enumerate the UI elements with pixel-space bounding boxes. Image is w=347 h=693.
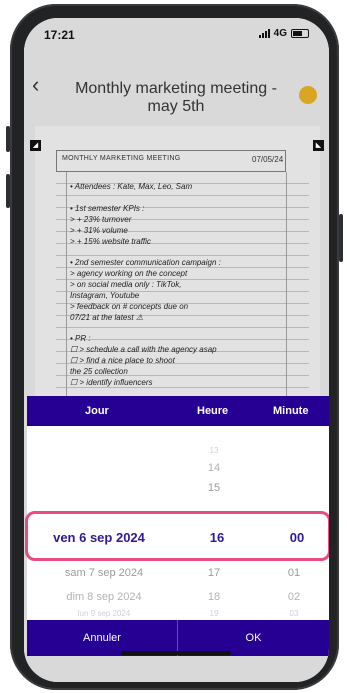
note-line: > + 23% turnover	[70, 215, 132, 224]
home-indicator[interactable]	[121, 651, 231, 655]
power-button	[339, 214, 343, 262]
signal-icon	[258, 29, 270, 38]
picker-header: Jour Heure Minute	[27, 396, 329, 426]
status-bar: 17:21 4G	[24, 18, 329, 50]
minute-option[interactable]: 02	[288, 591, 300, 603]
note-line: • 2nd semester communication campaign :	[70, 258, 221, 267]
note-line: ☐ > schedule a call with the agency asap	[70, 345, 217, 354]
column-label-day: Jour	[85, 405, 109, 417]
day-option[interactable]: lun 9 sep 2024	[78, 609, 131, 618]
hour-option[interactable]: 18	[208, 591, 220, 603]
note-line: ☐ > identify influencers	[70, 378, 153, 387]
back-arrow-icon[interactable]: ‹	[32, 72, 39, 98]
note-line: Instagram, Youtube	[70, 291, 140, 300]
date-time-picker: Jour Heure Minute 13 14 15 ven 6 sep 202…	[25, 396, 329, 656]
note-margin-line	[66, 172, 67, 422]
note-line: • Attendees : Kate, Max, Leo, Sam	[70, 182, 193, 191]
minute-option[interactable]: 01	[288, 567, 300, 579]
volume-up-button	[6, 126, 10, 152]
hour-option[interactable]: 14	[208, 462, 220, 474]
battery-icon	[291, 29, 309, 38]
note-line: • 1st semester KPIs :	[70, 204, 145, 213]
note-title: MONTHLY MARKETING MEETING	[62, 155, 181, 162]
column-label-minute: Minute	[273, 405, 309, 417]
note-line: the 25 collection	[70, 367, 128, 376]
note-line: > on social media only : TikTok,	[70, 280, 182, 289]
network-label: 4G	[273, 28, 287, 39]
column-label-hour: Heure	[197, 405, 229, 417]
hour-option[interactable]: 17	[208, 567, 220, 579]
page-title: Monthly marketing meeting - may 5th	[75, 80, 277, 115]
note-line: ☐ > find a nice place to shoot	[70, 356, 175, 365]
day-option[interactable]: dim 8 sep 2024	[66, 591, 141, 603]
hour-option[interactable]: 19	[210, 609, 219, 618]
status-dot	[299, 86, 317, 104]
note-date: 07/05/24	[252, 155, 284, 164]
hour-option[interactable]: 15	[208, 482, 220, 494]
picker-wheels[interactable]: 13 14 15 ven 6 sep 2024 16 00 sam 7 sep …	[25, 426, 329, 620]
phone-screen: 17:21 4G ‹ Monthly marketing meeting - m…	[24, 18, 329, 682]
note-line: > agency working on the concept	[70, 269, 188, 278]
status-time: 17:21	[44, 28, 75, 42]
crop-corner-right-icon: ◣	[313, 140, 324, 151]
hour-option[interactable]: 13	[210, 446, 219, 455]
volume-down-button	[6, 174, 10, 208]
note-line: 07/21 at the latest ⚠	[70, 313, 143, 322]
day-option[interactable]: sam 7 sep 2024	[65, 567, 143, 579]
selected-day[interactable]: ven 6 sep 2024	[53, 530, 145, 545]
crop-corner-left-icon: ◢	[30, 140, 41, 151]
status-indicators: 4G	[258, 28, 309, 39]
note-line: • PR :	[70, 334, 91, 343]
selected-minute[interactable]: 00	[290, 530, 304, 545]
note-line: > + 31% volume	[70, 226, 128, 235]
selected-row-highlight: ven 6 sep 2024 16 00	[25, 511, 329, 561]
minute-option[interactable]: 03	[290, 609, 299, 618]
selected-hour[interactable]: 16	[210, 530, 224, 545]
app-header: ‹ Monthly marketing meeting - may 5th	[24, 54, 329, 115]
note-line: > + 15% website traffic	[70, 237, 151, 246]
note-right-line	[286, 172, 287, 422]
note-line: > feedback on # concepts due on	[70, 302, 189, 311]
